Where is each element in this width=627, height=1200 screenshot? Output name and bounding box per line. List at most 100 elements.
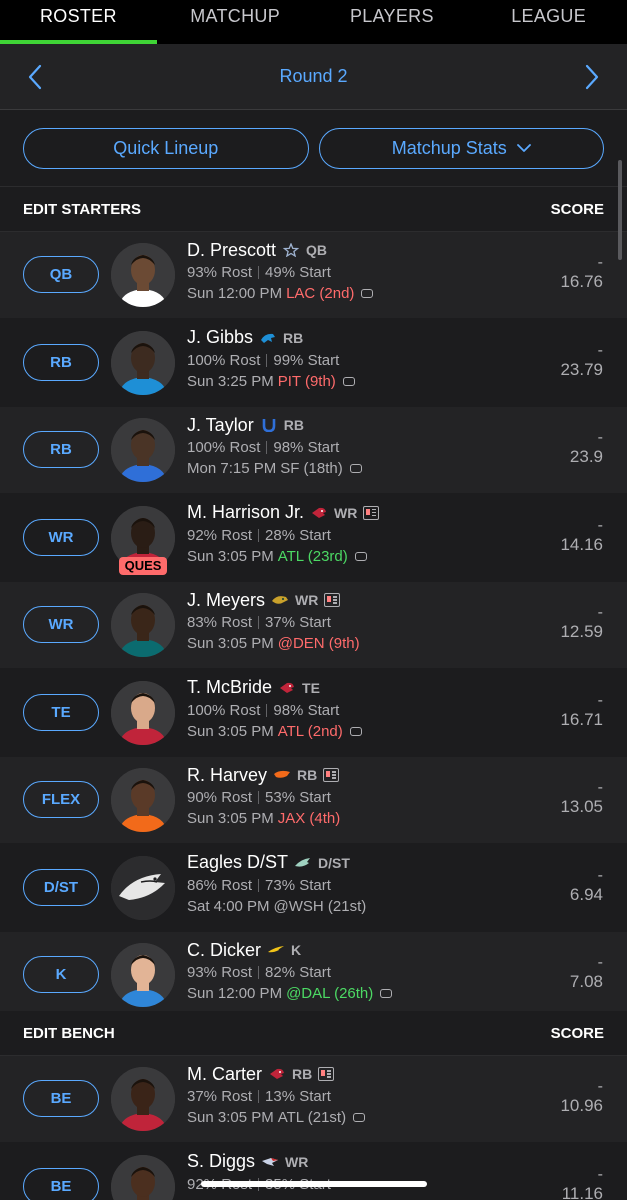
lineup-slot-button[interactable]: RB xyxy=(23,343,99,381)
player-headshot[interactable] xyxy=(111,330,175,395)
lineup-slot-button[interactable]: QB xyxy=(23,256,99,293)
player-name[interactable]: M. Carter xyxy=(187,1064,262,1085)
lineup-slot-button[interactable]: BE xyxy=(23,1080,99,1117)
tab-league[interactable]: LEAGUE xyxy=(470,0,627,44)
player-name[interactable]: J. Meyers xyxy=(187,590,265,611)
player-name[interactable]: Eagles D/ST xyxy=(187,852,288,873)
player-name[interactable]: T. McBride xyxy=(187,677,272,698)
player-headshot[interactable] xyxy=(111,768,175,832)
ownership-line: 86% Rost 73% Start xyxy=(187,875,366,896)
player-score: -10.96 xyxy=(560,1078,603,1116)
quick-lineup-label: Quick Lineup xyxy=(113,137,219,158)
player-info: M. Carter RB 37% Rost 13% Start Sun 3:05 PM A… xyxy=(187,1062,366,1128)
player-headshot[interactable] xyxy=(111,1154,175,1200)
player-name-line: J. Taylor RB xyxy=(187,413,362,437)
lineup-slot-button[interactable]: K xyxy=(23,956,99,993)
gamecast-icon[interactable] xyxy=(349,726,362,736)
lineup-slot-button[interactable]: D/ST xyxy=(23,868,99,906)
gamecast-icon[interactable] xyxy=(354,551,367,561)
news-icon[interactable] xyxy=(324,593,341,607)
chevron-right-icon[interactable] xyxy=(581,62,603,92)
tab-players[interactable]: PLAYERS xyxy=(314,0,471,44)
roster-row: BE M. Carter RB 37% Rost 13% Start Sun 3:05 P… xyxy=(0,1056,627,1143)
news-icon[interactable] xyxy=(323,768,340,782)
live-score: - xyxy=(597,516,603,534)
roster-row: K C. Dicker K 93% Rost 82% Start Sun 12:00 PM… xyxy=(0,932,627,1019)
tab-matchup[interactable]: MATCHUP xyxy=(157,0,314,44)
player-score: -11.16 xyxy=(562,1166,603,1200)
lineup-slot-button[interactable]: WR xyxy=(23,606,99,643)
chevron-left-icon[interactable] xyxy=(24,62,46,92)
lineup-slot-button[interactable]: RB xyxy=(23,431,99,468)
player-name[interactable]: D. Prescott xyxy=(187,240,276,261)
game-info-line: Sun 12:00 PM LAC (2nd) xyxy=(187,283,374,304)
game-time: Sun 3:05 PM xyxy=(187,1109,274,1126)
rostered-percent: 100% Rost xyxy=(187,701,261,719)
player-info: M. Harrison Jr. WR 92% Rost 28% Start Sun 3:… xyxy=(187,501,380,567)
divider xyxy=(266,441,268,454)
lineup-slot-button[interactable]: BE xyxy=(23,1167,99,1200)
edit-starters-title[interactable]: EDIT STARTERS xyxy=(23,201,141,218)
round-title[interactable]: Round 2 xyxy=(279,66,347,87)
ownership-line: 100% Rost 98% Start xyxy=(187,700,362,721)
lineup-slot-button[interactable]: WR xyxy=(23,518,99,556)
home-indicator[interactable] xyxy=(201,1181,427,1187)
opponent-rank[interactable]: LAC (2nd) xyxy=(286,285,354,302)
player-name[interactable]: R. Harvey xyxy=(187,765,267,786)
lineup-slot-button[interactable]: TE xyxy=(23,693,99,731)
tab-roster[interactable]: ROSTER xyxy=(0,0,157,44)
live-score: - xyxy=(597,254,603,271)
cowboys-star-icon xyxy=(282,242,300,258)
game-info-line: Sun 3:05 PM ATL (21st) xyxy=(187,1107,366,1128)
news-icon[interactable] xyxy=(318,1067,335,1081)
live-score: - xyxy=(597,429,603,446)
player-name-line: J. Meyers WR xyxy=(187,588,360,612)
player-headshot[interactable] xyxy=(111,243,175,307)
player-headshot[interactable] xyxy=(111,855,175,920)
news-icon[interactable] xyxy=(363,505,380,520)
started-percent: 98% Start xyxy=(273,701,340,719)
gamecast-icon[interactable] xyxy=(353,1113,366,1122)
player-headshot[interactable] xyxy=(111,1067,175,1131)
player-name[interactable]: C. Dicker xyxy=(187,940,261,961)
gamecast-icon[interactable] xyxy=(361,289,374,298)
player-headshot[interactable] xyxy=(111,943,175,1007)
opponent-rank[interactable]: @WSH (21st) xyxy=(274,898,367,915)
opponent-rank[interactable]: JAX (4th) xyxy=(278,810,341,827)
player-position: WR xyxy=(334,504,358,521)
projected-score: 13.05 xyxy=(560,797,603,816)
edit-bench-title[interactable]: EDIT BENCH xyxy=(23,1025,115,1042)
opponent-rank[interactable]: ATL (2nd) xyxy=(278,723,343,740)
opponent-rank[interactable]: ATL (23rd) xyxy=(278,548,348,565)
gamecast-icon[interactable] xyxy=(349,464,362,473)
game-time: Sun 3:05 PM xyxy=(187,547,274,565)
player-headshot[interactable] xyxy=(111,680,175,745)
game-info-line: Sun 12:00 PM @DAL (26th) xyxy=(187,983,393,1004)
player-name[interactable]: J. Taylor xyxy=(187,415,254,436)
player-position: QB xyxy=(306,242,328,258)
opponent-rank[interactable]: @DAL (26th) xyxy=(286,985,373,1002)
player-headshot[interactable] xyxy=(111,418,175,482)
gamecast-icon[interactable] xyxy=(380,989,393,998)
opponent-rank[interactable]: @DEN (9th) xyxy=(278,635,360,652)
gamecast-icon[interactable] xyxy=(342,376,355,386)
opponent-rank[interactable]: PIT (9th) xyxy=(278,373,336,390)
game-time: Sun 3:05 PM xyxy=(187,810,274,827)
opponent-rank[interactable]: ATL (21st) xyxy=(278,1109,346,1126)
lineup-slot-button[interactable]: FLEX xyxy=(23,781,99,818)
scrollbar[interactable] xyxy=(618,160,622,260)
player-name[interactable]: J. Gibbs xyxy=(187,327,253,348)
player-name[interactable]: M. Harrison Jr. xyxy=(187,502,304,523)
player-headshot[interactable] xyxy=(111,593,175,657)
matchup-stats-dropdown[interactable]: Matchup Stats xyxy=(318,127,604,169)
player-info: Eagles D/ST D/ST 86% Rost 73% Start Sat 4:00… xyxy=(187,851,366,917)
opponent-rank[interactable]: SF (18th) xyxy=(280,460,343,477)
player-name-line: C. Dicker K xyxy=(187,938,392,962)
ownership-line: 100% Rost 98% Start xyxy=(187,437,362,458)
patriots-icon xyxy=(261,1155,279,1169)
player-name[interactable]: S. Diggs xyxy=(187,1151,255,1172)
quick-lineup-button[interactable]: Quick Lineup xyxy=(23,127,309,169)
projected-score: 7.08 xyxy=(569,972,603,991)
live-score: - xyxy=(597,1078,603,1095)
rostered-percent: 93% Rost xyxy=(187,264,253,281)
